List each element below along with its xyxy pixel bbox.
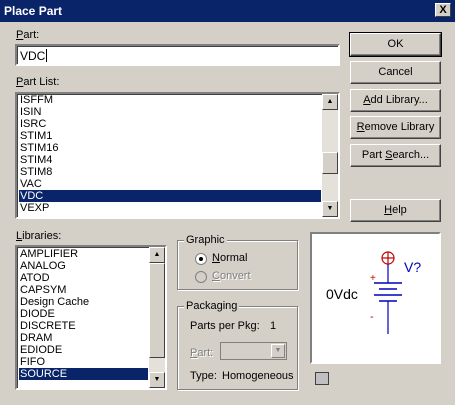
cancel-button[interactable]: Cancel (350, 61, 441, 84)
list-item[interactable]: CAPSYM (19, 284, 148, 296)
part-preview: + - V? 0Vdc (310, 232, 441, 364)
part-select-label: Part: (190, 347, 214, 359)
plus-sign: + (370, 273, 376, 284)
part-list-scrollbar[interactable]: ▲ ▼ (322, 94, 338, 217)
reference-label: V? (404, 259, 421, 275)
list-item[interactable]: SOURCE (19, 368, 148, 380)
part-select[interactable]: ▼ (220, 342, 287, 360)
list-item[interactable]: DIODE (19, 308, 148, 320)
list-item[interactable]: STIM1 (19, 130, 321, 142)
scroll-down-icon[interactable]: ▼ (149, 372, 165, 388)
text-caret (46, 49, 48, 62)
close-button[interactable]: X (435, 3, 451, 17)
list-item[interactable]: ATOD (19, 272, 148, 284)
preview-toggle-icon[interactable] (315, 372, 329, 385)
list-item[interactable]: VEXP (19, 202, 321, 214)
list-item[interactable]: VDC (19, 190, 321, 202)
scroll-thumb[interactable] (149, 263, 165, 358)
list-item[interactable]: Design Cache (19, 296, 148, 308)
list-item[interactable]: EDIODE (19, 344, 148, 356)
list-item[interactable]: AMPLIFIER (19, 248, 148, 260)
minus-sign: - (370, 311, 374, 323)
add-library-button[interactable]: Add Library... (350, 89, 441, 112)
normal-radio-label: Normal (212, 252, 248, 264)
list-item[interactable]: ISIN (19, 106, 321, 118)
list-item[interactable]: ISFFM (19, 94, 321, 106)
normal-radio[interactable] (195, 253, 207, 265)
value-label: 0Vdc (326, 286, 358, 302)
list-item[interactable]: ISRC (19, 118, 321, 130)
parts-per-pkg-label: Parts per Pkg: (190, 320, 260, 332)
list-item[interactable]: VAC (19, 178, 321, 190)
scroll-up-icon[interactable]: ▲ (149, 247, 165, 263)
list-item[interactable]: STIM16 (19, 142, 321, 154)
convert-radio[interactable] (195, 271, 207, 283)
graphic-group: Graphic Normal Convert (177, 234, 298, 290)
libraries-list[interactable]: ▲ ▼ AMPLIFIER ANALOG ATOD CAPSYM Design Cach… (15, 245, 167, 390)
ok-button[interactable]: OK (349, 32, 442, 57)
window-title: Place Part (4, 4, 63, 18)
packaging-group-title: Packaging (184, 300, 240, 312)
libraries-scrollbar[interactable]: ▲ ▼ (149, 247, 165, 388)
part-list[interactable]: ▲ ▼ ISFFM ISIN ISRC STIM1 STIM16 STIM4 STIM8 VA… (15, 92, 340, 219)
list-item[interactable]: DISCRETE (19, 320, 148, 332)
scroll-up-icon[interactable]: ▲ (322, 94, 338, 110)
part-input[interactable]: VDC (15, 44, 340, 66)
graphic-group-title: Graphic (184, 234, 227, 246)
convert-radio-label: Convert (212, 270, 251, 282)
part-label: Part: (16, 29, 40, 41)
parts-per-pkg-value: 1 (270, 320, 277, 332)
list-item[interactable]: ANALOG (19, 260, 148, 272)
vdc-symbol: + - V? 0Vdc (326, 251, 421, 334)
list-item[interactable]: STIM8 (19, 166, 321, 178)
title-bar: Place Part X (0, 0, 455, 22)
part-input-value: VDC (20, 49, 48, 63)
scroll-down-icon[interactable]: ▼ (322, 201, 338, 217)
type-value: Homogeneous (222, 370, 294, 382)
part-list-label: Part List: (16, 76, 60, 88)
list-item[interactable]: STIM4 (19, 154, 321, 166)
chevron-down-icon[interactable]: ▼ (271, 344, 285, 358)
help-button[interactable]: Help (350, 199, 441, 222)
remove-library-button[interactable]: Remove Library (350, 116, 441, 139)
scroll-thumb[interactable] (322, 152, 338, 174)
close-icon: X (439, 4, 447, 16)
type-label: Type: (190, 370, 217, 382)
list-item[interactable]: FIFO (19, 356, 148, 368)
part-search-button[interactable]: Part Search... (350, 144, 441, 167)
list-item[interactable]: DRAM (19, 332, 148, 344)
libraries-label: Libraries: (16, 230, 62, 242)
